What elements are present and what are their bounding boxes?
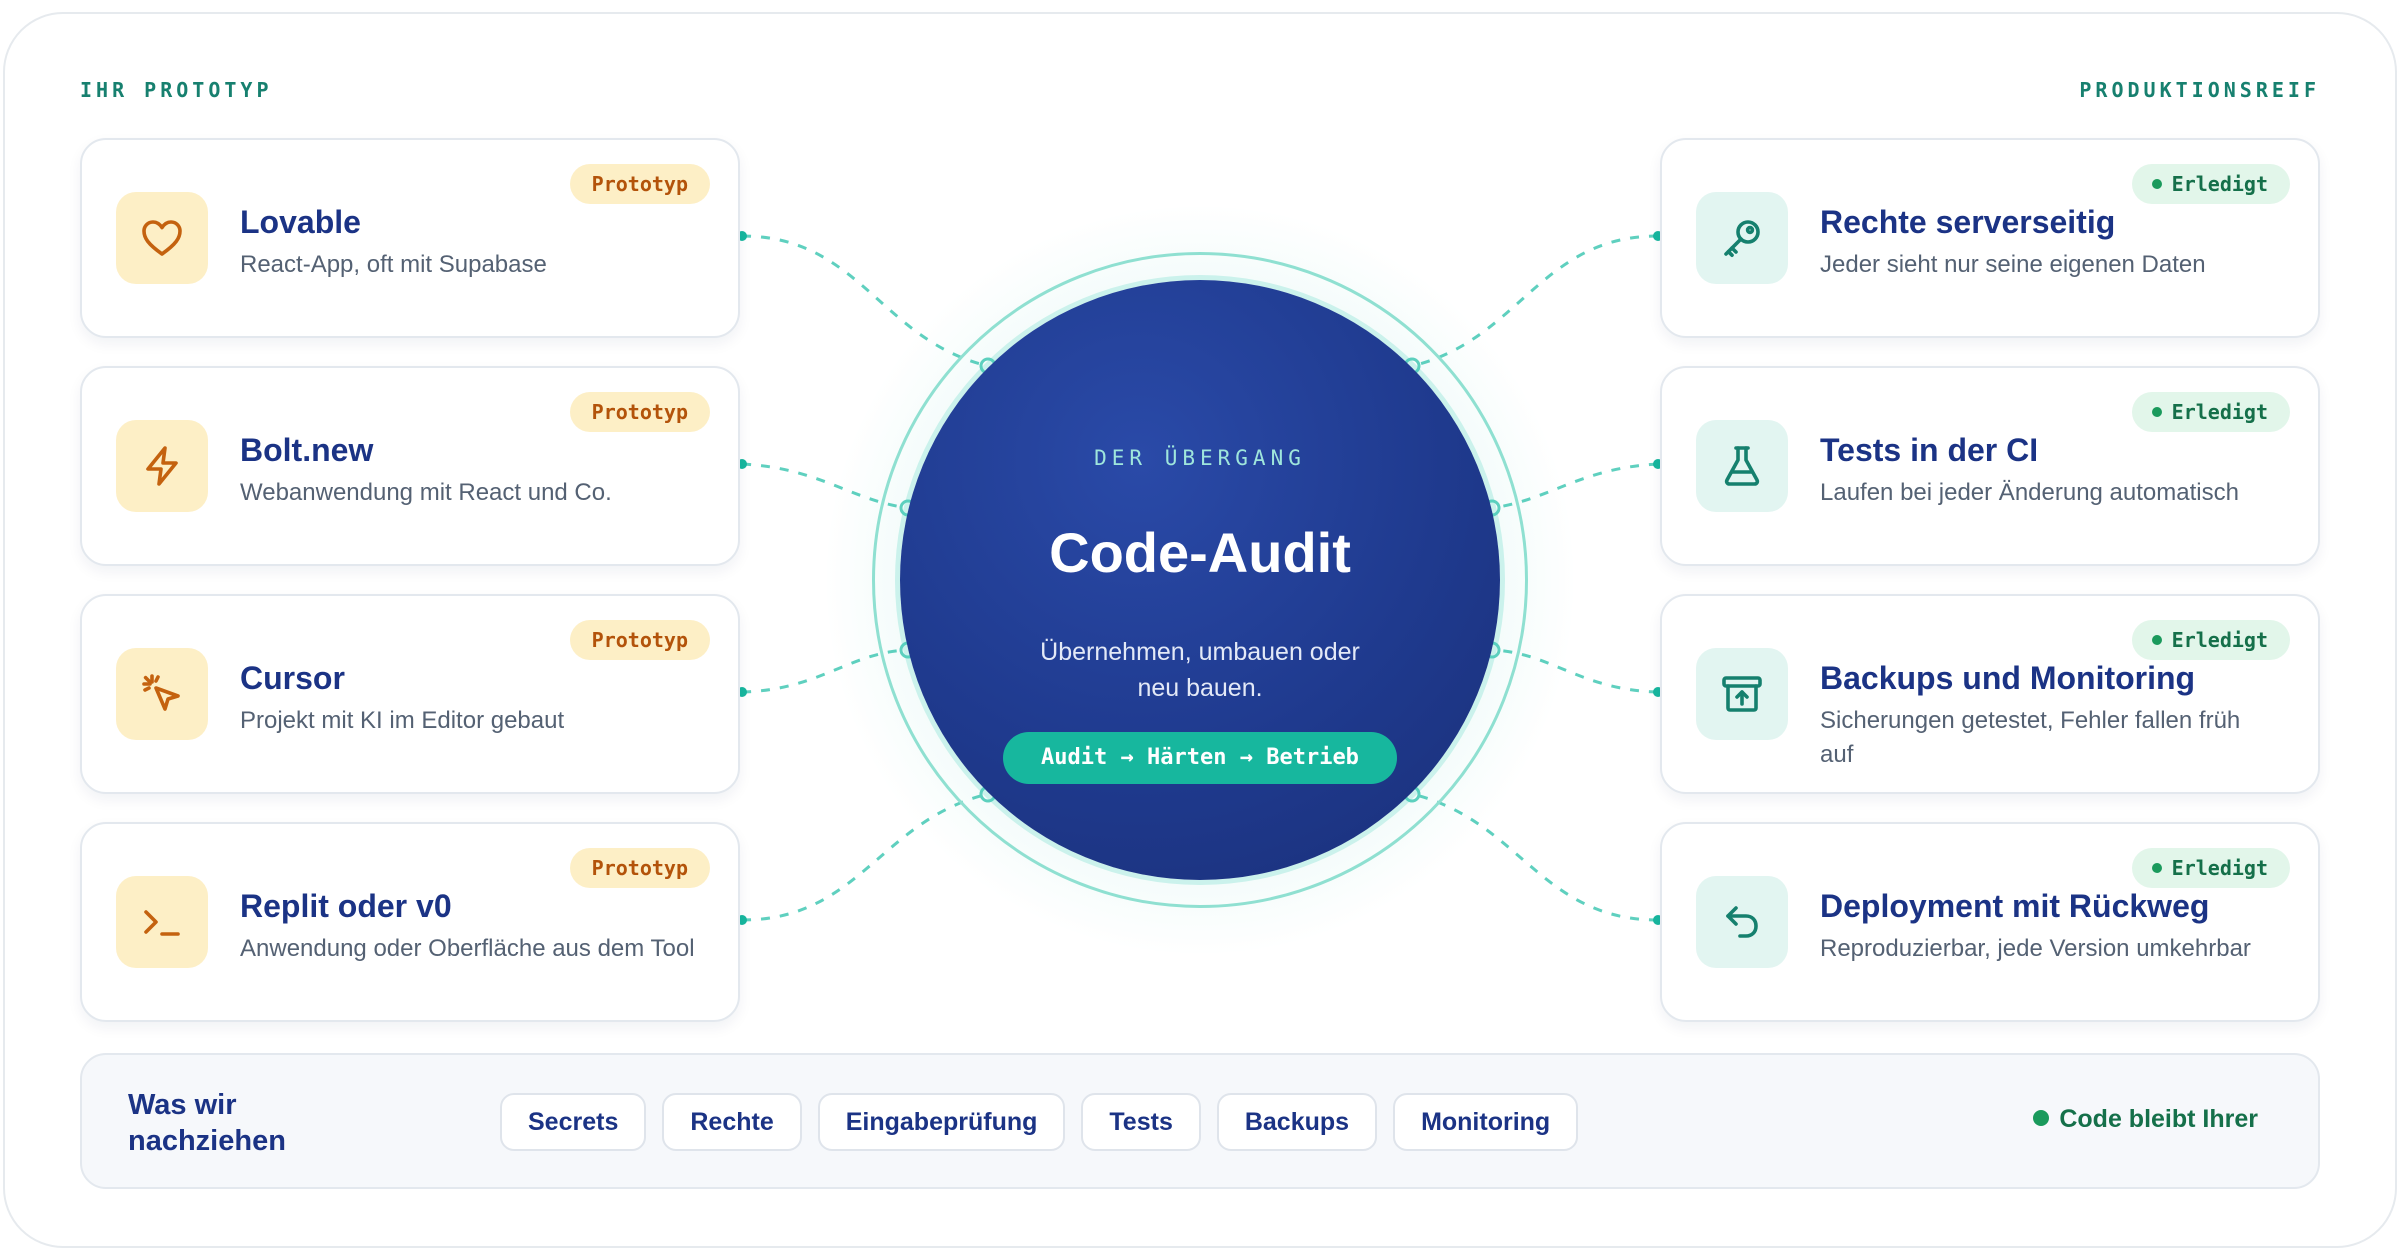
production-card-backups[interactable]: Backups und Monitoring Sicherungen getes…: [1660, 594, 2320, 794]
done-badge-label: Erledigt: [2171, 172, 2268, 196]
chip-eingabepruefung[interactable]: Eingabeprüfung: [817, 1093, 1066, 1151]
status-dot: [2151, 634, 2162, 645]
key-icon: [1696, 192, 1788, 284]
terminal-icon: [116, 876, 208, 968]
status-dot: [2151, 178, 2162, 189]
card-title: Tests in der CI: [1820, 432, 2039, 468]
hub-description: Übernehmen, umbauen oder neu bauen.: [1040, 638, 1360, 702]
card-description: Laufen bei jeder Änderung automatisch: [1820, 479, 2239, 506]
heart-icon: [116, 192, 208, 284]
card-description: Projekt mit KI im Editor gebaut: [240, 707, 565, 734]
card-title: Rechte serverseitig: [1820, 204, 2116, 240]
production-card-rights[interactable]: Rechte serverseitig Jeder sieht nur sein…: [1660, 138, 2320, 338]
code-ownership-note: Code bleibt Ihrer: [2033, 1105, 2258, 1134]
undo-arrow-icon: [1696, 876, 1788, 968]
card-description: Reproduzierbar, jede Version umkehrbar: [1820, 935, 2251, 962]
chip-rechte[interactable]: Rechte: [662, 1093, 802, 1151]
card-description: Sicherungen getestet, Fehler fallen früh…: [1820, 707, 2241, 768]
hub-eyebrow: DER ÜBERGANG: [1094, 446, 1306, 470]
flask-icon: [1696, 420, 1788, 512]
follow-up-bar: Was wir nachziehen Secrets Rechte Eingab…: [80, 1053, 2320, 1189]
prototype-badge: Prototyp: [569, 392, 710, 432]
chip-tests[interactable]: Tests: [1081, 1093, 1201, 1151]
chip-secrets[interactable]: Secrets: [500, 1093, 647, 1151]
follow-up-chips: Secrets Rechte Eingabeprüfung Tests Back…: [500, 1093, 1579, 1151]
done-badge: Erledigt: [2131, 164, 2290, 204]
card-title: Bolt.new: [240, 432, 374, 468]
prototype-card-bolt[interactable]: Bolt.new Webanwendung mit React und Co. …: [80, 366, 740, 566]
code-audit-hub: DER ÜBERGANG Code-Audit Übernehmen, umba…: [900, 280, 1500, 880]
process-pill: Audit → Härten → Betrieb: [1003, 732, 1397, 784]
code-ownership-text: Code bleibt Ihrer: [2059, 1105, 2258, 1133]
card-title: Lovable: [240, 204, 361, 240]
chip-backups[interactable]: Backups: [1216, 1093, 1378, 1151]
done-badge: Erledigt: [2131, 620, 2290, 660]
card-description: Jeder sieht nur seine eigenen Daten: [1820, 251, 2206, 278]
prototype-card-lovable[interactable]: Lovable React-App, oft mit Supabase Prot…: [80, 138, 740, 338]
chip-monitoring[interactable]: Monitoring: [1393, 1093, 1579, 1151]
follow-up-title: Was wir nachziehen: [128, 1089, 286, 1157]
done-badge: Erledigt: [2131, 848, 2290, 888]
prototype-card-cursor[interactable]: Cursor Projekt mit KI im Editor gebaut P…: [80, 594, 740, 794]
production-card-deployment[interactable]: Deployment mit Rückweg Reproduzierbar, j…: [1660, 822, 2320, 1022]
done-badge: Erledigt: [2131, 392, 2290, 432]
prototype-card-replit[interactable]: Replit oder v0 Anwendung oder Oberfläche…: [80, 822, 740, 1022]
done-badge-label: Erledigt: [2171, 856, 2268, 880]
card-title: Replit oder v0: [240, 888, 452, 924]
card-title: Backups und Monitoring: [1820, 660, 2196, 696]
status-dot: [2033, 1110, 2050, 1127]
prototype-badge: Prototyp: [569, 164, 710, 204]
card-description: Webanwendung mit React und Co.: [240, 479, 612, 506]
status-dot: [2151, 862, 2162, 873]
card-title: Cursor: [240, 660, 345, 696]
done-badge-label: Erledigt: [2171, 400, 2268, 424]
hub-title: Code-Audit: [1049, 521, 1351, 584]
prototype-badge: Prototyp: [569, 848, 710, 888]
lightning-icon: [116, 420, 208, 512]
card-description: Anwendung oder Oberfläche aus dem Tool: [240, 935, 695, 962]
status-dot: [2151, 406, 2162, 417]
prototype-badge: Prototyp: [569, 620, 710, 660]
card-title: Deployment mit Rückweg: [1820, 888, 2210, 924]
card-description: React-App, oft mit Supabase: [240, 251, 547, 278]
done-badge-label: Erledigt: [2171, 628, 2268, 652]
cursor-click-icon: [116, 648, 208, 740]
production-card-tests[interactable]: Tests in der CI Laufen bei jeder Änderun…: [1660, 366, 2320, 566]
archive-upload-icon: [1696, 648, 1788, 740]
